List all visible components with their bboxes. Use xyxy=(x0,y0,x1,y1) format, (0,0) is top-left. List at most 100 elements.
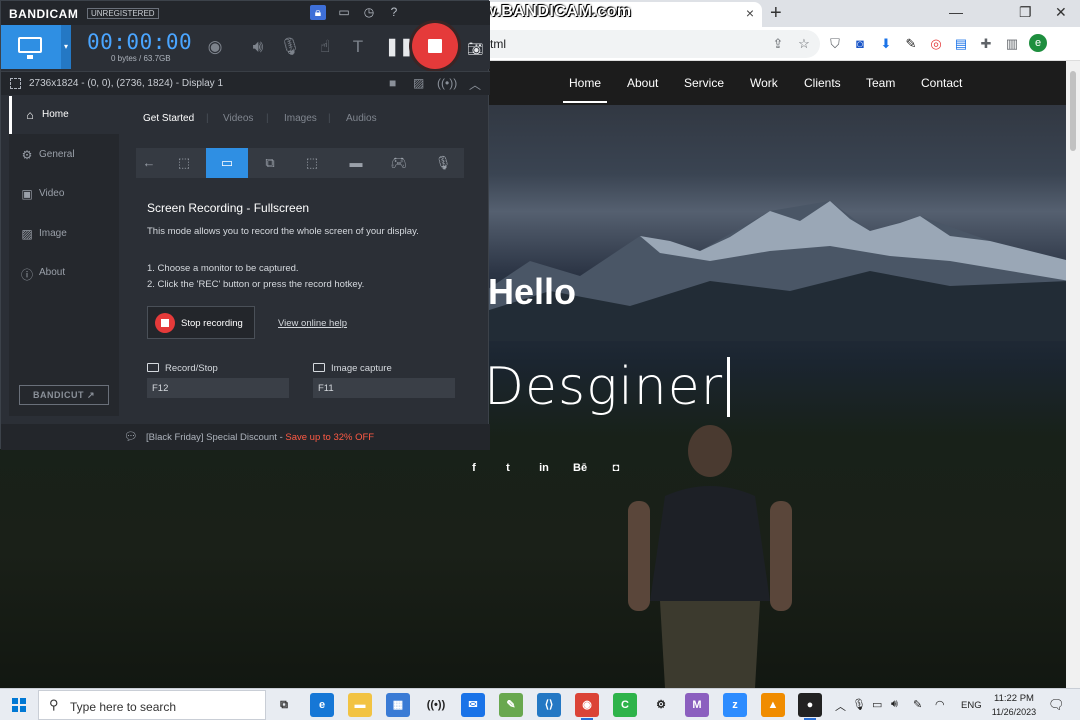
speaker-icon[interactable]: 🔊︎ xyxy=(247,37,269,57)
taskbar-search[interactable]: ⚲ Type here to search xyxy=(38,690,266,720)
microphone-icon[interactable]: 🎙︎ xyxy=(279,37,301,57)
unregistered-badge[interactable]: UNREGISTERED xyxy=(87,8,159,19)
audio-mode-icon[interactable]: 🎙︎ xyxy=(425,148,461,178)
nav-contact[interactable]: Contact xyxy=(921,76,962,90)
minimize-button[interactable]: — xyxy=(949,4,963,20)
device-mode-icon[interactable]: ▬ xyxy=(338,148,374,178)
tab-videos[interactable]: Videos xyxy=(223,113,253,124)
cursor-effect-icon[interactable]: ☝︎ xyxy=(314,37,336,57)
chevron-up-icon[interactable]: ︿ xyxy=(835,698,846,714)
help-icon[interactable]: ? xyxy=(386,5,402,19)
settings-icon[interactable]: ⚙ xyxy=(649,693,673,717)
microphone-icon[interactable]: 🎙︎ xyxy=(852,698,866,711)
facebook-icon[interactable]: f xyxy=(467,462,481,474)
tab-get-started[interactable]: Get Started xyxy=(143,113,194,124)
broadcast-icon[interactable]: ((•)) xyxy=(437,76,457,90)
clock-time[interactable]: 11:22 PM xyxy=(991,693,1037,704)
tab-images[interactable]: Images xyxy=(284,113,317,124)
store-icon[interactable]: ▦ xyxy=(386,693,410,717)
behance-icon[interactable]: Bē xyxy=(573,462,587,474)
chrome-icon[interactable]: ◉ xyxy=(575,693,599,720)
image-icon[interactable]: ▨ xyxy=(413,76,424,90)
address-text[interactable]: tml xyxy=(490,37,506,51)
address-bar[interactable]: tml xyxy=(440,30,820,58)
task-view-icon[interactable]: ⧉ xyxy=(272,693,296,717)
camera-icon[interactable]: 📷︎ xyxy=(467,41,484,57)
notification-icon[interactable]: 🗨︎ xyxy=(1048,697,1065,713)
close-window-button[interactable]: ✕ xyxy=(1055,4,1067,21)
battery-icon[interactable]: ▭ xyxy=(872,698,882,711)
visual-studio-icon[interactable]: M xyxy=(685,693,709,717)
nav-home[interactable]: Home xyxy=(562,76,608,103)
eyedropper-icon[interactable]: ✎ xyxy=(902,36,920,52)
capture-hotkey-field[interactable]: F11 xyxy=(313,378,455,398)
sidebar-item-about[interactable]: ⓘ About xyxy=(9,254,119,292)
promo-text[interactable]: [Black Friday] Special Discount - Save u… xyxy=(146,432,374,443)
start-button[interactable] xyxy=(12,698,26,712)
nav-clients[interactable]: Clients xyxy=(804,76,841,90)
zoom-icon[interactable]: z xyxy=(723,693,747,717)
shield-icon[interactable]: ⛉ xyxy=(826,36,844,52)
instagram-icon[interactable]: ◘ xyxy=(609,462,623,474)
pause-button[interactable]: ❚❚ xyxy=(385,37,414,57)
bandicam-icon[interactable]: ● xyxy=(798,693,822,720)
star-icon[interactable]: ☆ xyxy=(795,36,813,52)
camtasia-icon[interactable]: C xyxy=(613,693,637,717)
mail-icon[interactable]: ✉ xyxy=(461,693,485,717)
nav-about[interactable]: About xyxy=(627,76,658,90)
promo-footer[interactable]: 💬︎ [Black Friday] Special Discount - Sav… xyxy=(1,424,490,450)
folder-icon[interactable]: ▭ xyxy=(336,5,352,19)
wifi-icon[interactable]: ◠ xyxy=(935,698,945,711)
pen-icon[interactable]: ✎ xyxy=(913,698,922,711)
nav-service[interactable]: Service xyxy=(684,76,724,90)
nav-team[interactable]: Team xyxy=(866,76,895,90)
vlc-icon[interactable]: ▲ xyxy=(761,693,785,717)
linkedin-icon[interactable]: in xyxy=(537,462,551,474)
text-overlay-icon[interactable]: T xyxy=(347,37,369,57)
back-arrow-icon[interactable]: ← xyxy=(136,148,162,178)
sidepanel-icon[interactable]: ▥ xyxy=(1003,36,1021,52)
puzzle-icon[interactable]: ✚ xyxy=(977,36,995,52)
edge-icon[interactable]: e xyxy=(310,693,334,717)
extension-icon[interactable]: ◙ xyxy=(851,36,869,51)
fullscreen-mode-icon[interactable]: ▭ xyxy=(206,148,248,178)
vscode-icon[interactable]: ⟨⟩ xyxy=(537,693,561,717)
capture-icon[interactable]: ◎ xyxy=(927,36,945,52)
extension-icon[interactable]: ▤ xyxy=(952,36,970,52)
lock-icon[interactable]: 🔒︎ xyxy=(310,5,326,20)
nav-work[interactable]: Work xyxy=(750,76,778,90)
clock-date[interactable]: 11/26/2023 xyxy=(986,707,1042,717)
rectangle-mode-icon[interactable]: ⬚ xyxy=(166,148,202,178)
file-explorer-icon[interactable]: ▬ xyxy=(348,693,372,717)
share-icon[interactable]: ⇪ xyxy=(769,36,787,52)
bandicut-button[interactable]: BANDICUT ↗ xyxy=(19,385,109,405)
sidebar-item-general[interactable]: ⚙ General xyxy=(9,136,119,174)
webcam-icon[interactable]: ◉ xyxy=(204,37,226,57)
language-indicator[interactable]: ENG xyxy=(961,700,982,711)
screen-mode-button[interactable] xyxy=(1,25,61,69)
mode-dropdown-button[interactable]: ▾ xyxy=(61,25,71,69)
sidebar-item-image[interactable]: ▨ Image xyxy=(9,215,119,253)
page-scrollbar[interactable] xyxy=(1066,61,1080,688)
collapse-icon[interactable]: ︿ xyxy=(469,76,481,93)
stop-recording-button[interactable]: Stop recording xyxy=(147,306,255,339)
record-stop-button[interactable] xyxy=(412,23,458,69)
hotspot-icon[interactable]: ((•)) xyxy=(424,693,448,717)
notepad-icon[interactable]: ✎ xyxy=(499,693,523,717)
tab-close-icon[interactable]: × xyxy=(746,5,754,21)
select-area-mode-icon[interactable]: ⬚ xyxy=(294,148,330,178)
restore-button[interactable]: ❐ xyxy=(1019,4,1032,21)
twitter-icon[interactable]: t xyxy=(501,462,515,474)
game-mode-icon[interactable]: 🎮︎ xyxy=(381,148,417,178)
video-camera-icon[interactable]: ■ xyxy=(389,76,396,90)
record-hotkey-field[interactable]: F12 xyxy=(147,378,289,398)
download-icon[interactable]: ⬇ xyxy=(877,36,895,52)
tab-audios[interactable]: Audios xyxy=(346,113,377,124)
sidebar-item-home[interactable]: ⌂ Home xyxy=(9,96,119,134)
view-online-help-link[interactable]: View online help xyxy=(278,318,347,329)
search-placeholder[interactable]: Type here to search xyxy=(70,700,176,714)
around-mouse-mode-icon[interactable]: ⧉ xyxy=(252,148,288,178)
sidebar-item-video[interactable]: ▣ Video xyxy=(9,175,119,213)
scrollbar-thumb[interactable] xyxy=(1070,71,1076,151)
new-tab-button[interactable]: + xyxy=(770,2,782,24)
